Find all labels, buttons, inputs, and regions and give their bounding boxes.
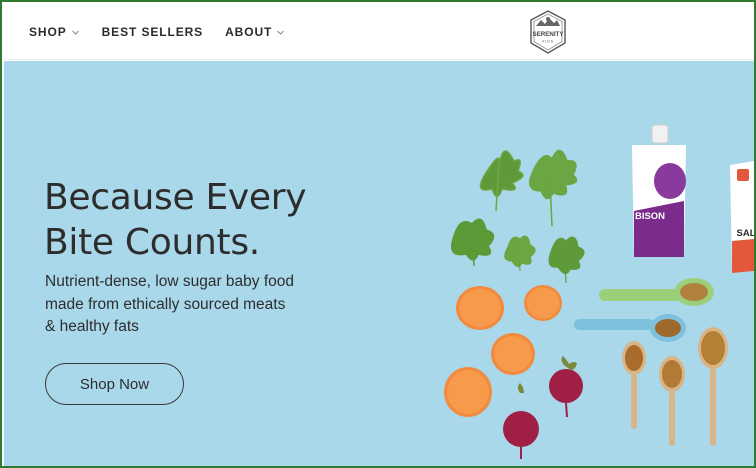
subtext-line-3: & healthy fats — [45, 318, 139, 335]
svg-text:KIDS: KIDS — [542, 40, 554, 44]
spoon — [698, 327, 728, 446]
svg-text:SAL: SAL — [737, 228, 755, 239]
chevron-down-icon — [276, 28, 285, 37]
subtext-line-1: Nutrient-dense, low sugar baby food — [45, 273, 295, 290]
sweet-potato-slice — [524, 285, 562, 321]
kale-leaf — [548, 236, 585, 284]
beet — [503, 383, 539, 459]
chevron-down-icon — [71, 28, 80, 37]
subtext-line-2: made from ethically sourced meats — [45, 295, 286, 313]
hero-food-illustration: BISON SAL — [444, 124, 754, 459]
site-header: SHOP BEST SELLERS ABOUT SERENITY KIDS — [4, 4, 754, 60]
spoon — [659, 356, 685, 446]
svg-text:BISON: BISON — [635, 211, 665, 222]
headline-line-2: Bite Counts. — [44, 222, 260, 263]
nav-item-label: SHOP — [29, 25, 67, 39]
main-nav: SHOP BEST SELLERS ABOUT — [29, 4, 285, 60]
sweet-potato-slice — [456, 286, 504, 330]
food-pouch-bison: BISON — [632, 124, 686, 257]
shop-now-button[interactable]: Shop Now — [45, 363, 184, 405]
kale-leaf — [504, 235, 536, 272]
sweet-potato-slice — [444, 367, 492, 417]
nav-item-label: ABOUT — [225, 25, 273, 39]
spoon — [574, 314, 686, 342]
serenity-kids-logo[interactable]: SERENITY KIDS — [528, 9, 568, 55]
hero-headline: Because Every Bite Counts. — [44, 175, 404, 265]
nav-item-label: BEST SELLERS — [101, 25, 204, 39]
food-pouch-salmon: SAL — [730, 161, 754, 273]
spoon — [599, 278, 714, 306]
svg-text:SERENITY: SERENITY — [533, 31, 565, 38]
nav-item-about[interactable]: ABOUT — [225, 25, 285, 39]
kale-leaf — [451, 218, 495, 267]
sweet-potato-slice — [491, 333, 535, 375]
page-frame: SHOP BEST SELLERS ABOUT SERENITY KIDS Be… — [0, 0, 756, 468]
headline-line-1: Because Every — [44, 177, 307, 218]
hero-section: Because Every Bite Counts. Nutrient-dens… — [4, 61, 754, 466]
beet — [549, 356, 583, 418]
shop-now-label: Shop Now — [79, 375, 150, 393]
spoon — [622, 341, 646, 429]
kale-leaf — [479, 150, 524, 212]
hero-subtext: Nutrient-dense, low sugar baby food made… — [45, 271, 345, 339]
nav-item-best-sellers[interactable]: BEST SELLERS — [102, 25, 203, 39]
kale-leaf — [529, 149, 578, 227]
nav-item-shop[interactable]: SHOP — [29, 25, 80, 39]
